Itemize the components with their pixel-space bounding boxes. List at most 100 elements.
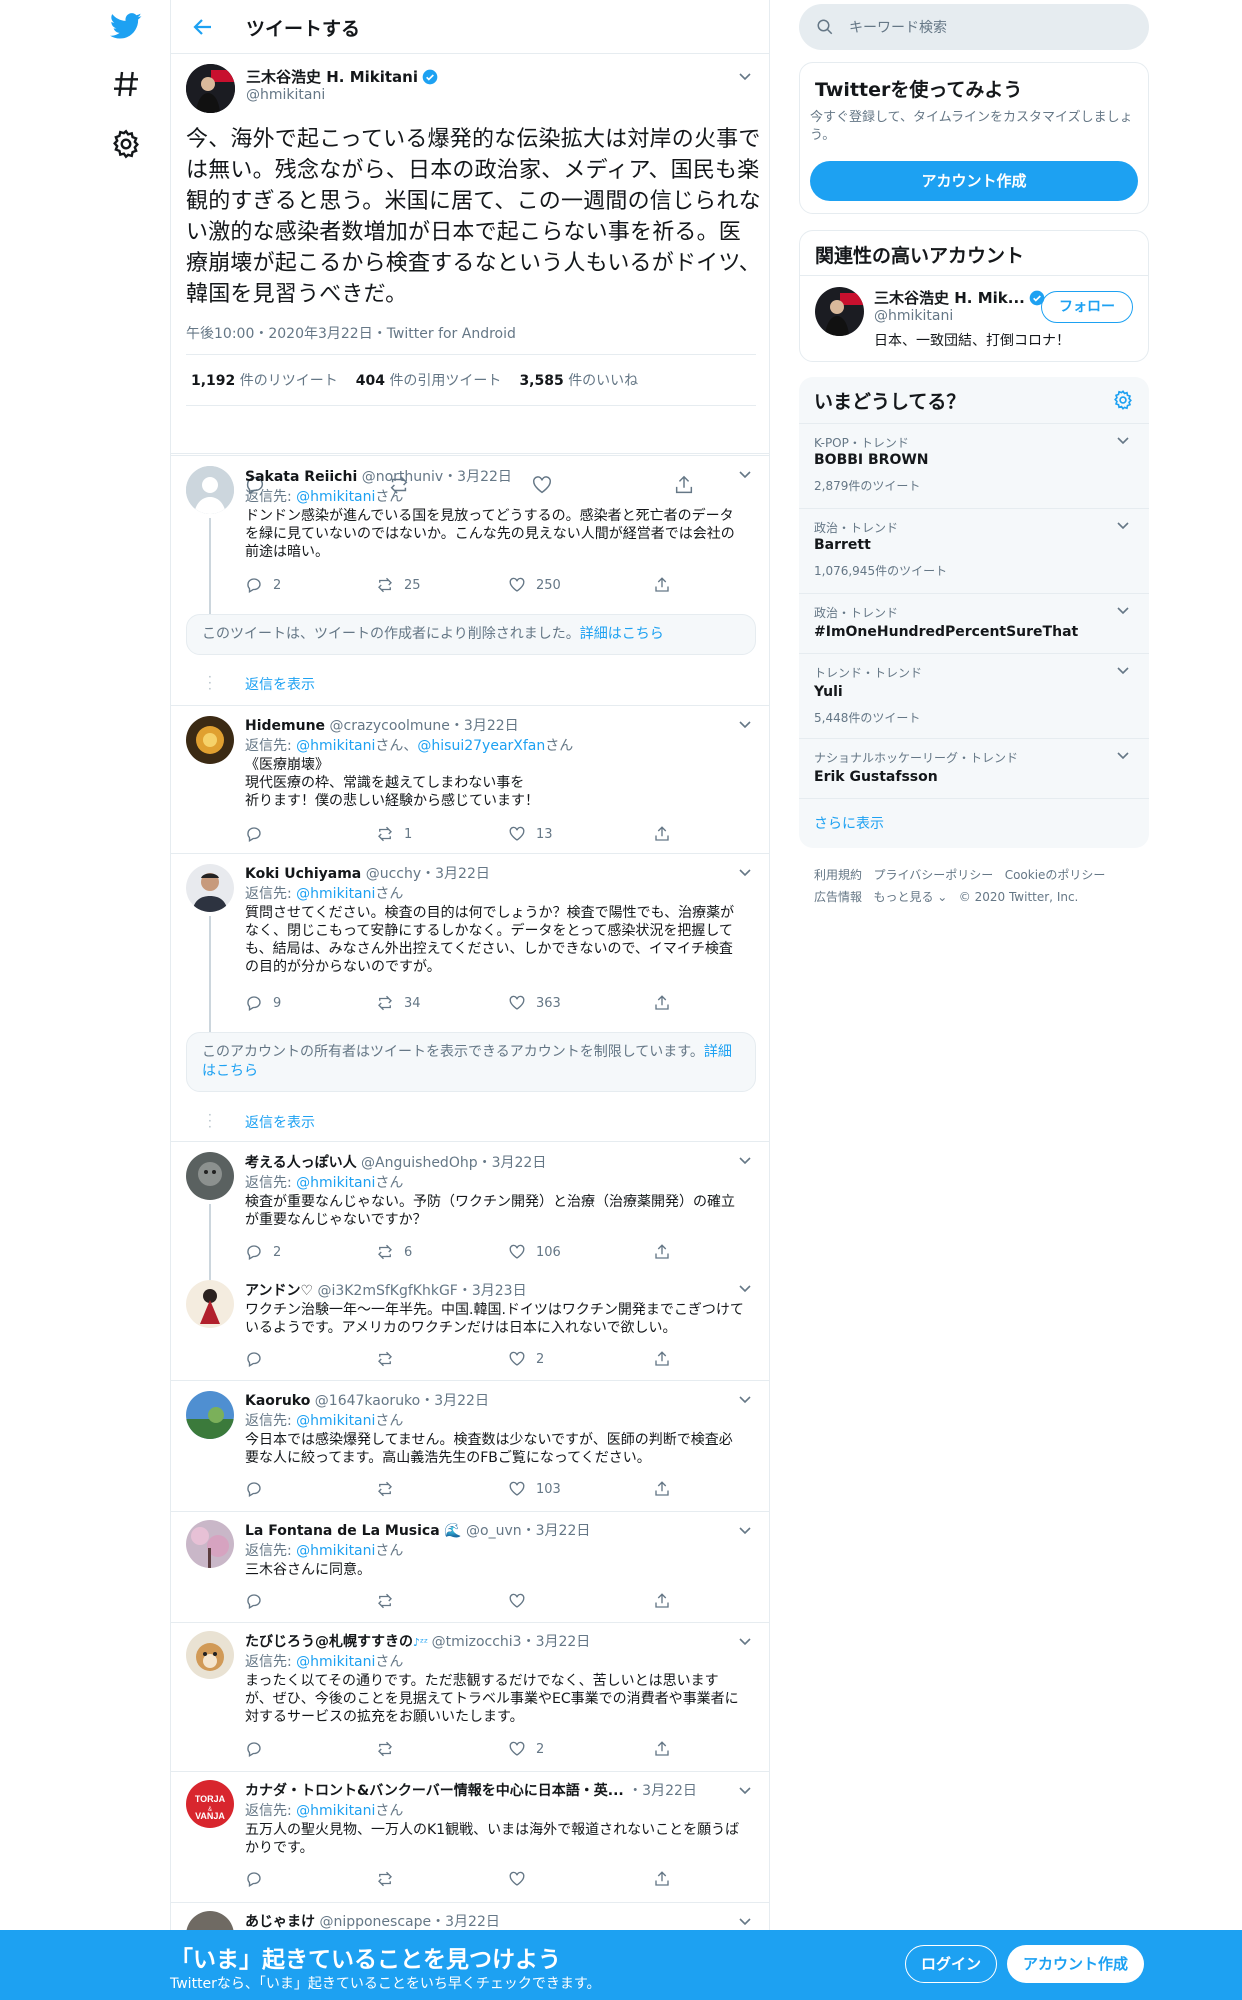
avatar[interactable] <box>186 64 235 113</box>
reply-header[interactable]: たびじろう@札幌すすきの♪ᶻᶻ @tmizocchi3・3月22日 <box>245 1631 590 1651</box>
avatar[interactable] <box>815 287 864 336</box>
chevron-down-icon[interactable] <box>738 1395 752 1405</box>
avatar[interactable]: TORJA & VANJA <box>186 1780 234 1828</box>
share-action[interactable] <box>653 576 671 594</box>
trend-item[interactable]: 政治・トレンド #ImOneHundredPercentSureThat <box>799 593 1149 653</box>
chevron-down-icon[interactable] <box>738 1637 752 1647</box>
like-action[interactable]: 103 <box>508 1480 561 1498</box>
like-action[interactable] <box>508 1870 526 1888</box>
chevron-down-icon[interactable] <box>1116 666 1130 676</box>
trend-item[interactable]: トレンド・トレンド Yuli 5,448件のツイート <box>799 653 1149 738</box>
avatar[interactable] <box>186 466 234 514</box>
share-action[interactable] <box>653 1243 671 1261</box>
retweet-action[interactable] <box>376 1740 394 1758</box>
chevron-down-icon[interactable] <box>1116 521 1130 531</box>
explore-hashtag-icon[interactable] <box>110 68 142 100</box>
avatar[interactable] <box>186 1152 234 1200</box>
quote-stat[interactable]: 404 件の引用ツイート <box>356 370 502 390</box>
retweet-action[interactable]: 25 <box>376 576 421 594</box>
like-stat[interactable]: 3,585 件のいいね <box>519 370 638 390</box>
reply-action[interactable] <box>245 1870 263 1888</box>
reply-header[interactable]: カナダ・トロント&バンクーバー情報を中心に日本語・英... ・3月22日 <box>245 1780 697 1800</box>
avatar[interactable] <box>186 1520 234 1568</box>
details-link[interactable]: 詳細はこちら <box>580 626 664 642</box>
like-action[interactable]: 106 <box>508 1243 561 1261</box>
chevron-down-icon[interactable] <box>738 1526 752 1536</box>
avatar[interactable] <box>186 716 234 764</box>
create-account-button[interactable]: アカウント作成 <box>810 161 1138 201</box>
twitter-logo-icon[interactable] <box>110 10 142 42</box>
like-action[interactable]: 2 <box>508 1740 544 1758</box>
like-action[interactable] <box>508 1592 526 1610</box>
chevron-down-icon[interactable] <box>738 72 752 82</box>
chevron-down-icon[interactable] <box>738 720 752 730</box>
chevron-down-icon[interactable] <box>1116 606 1130 616</box>
like-action[interactable]: 13 <box>508 825 553 843</box>
reply-action[interactable] <box>245 1740 263 1758</box>
avatar[interactable] <box>186 1280 234 1328</box>
footer-link[interactable]: もっと見る ⌄ <box>873 890 947 904</box>
retweet-action[interactable]: 1 <box>376 825 412 843</box>
like-action[interactable]: 363 <box>508 994 561 1012</box>
reply-action[interactable]: 2 <box>245 1243 281 1261</box>
share-action[interactable] <box>653 1350 671 1368</box>
trend-item[interactable]: K-POP・トレンド BOBBI BROWN 2,879件のツイート <box>799 423 1149 508</box>
footer-link[interactable]: Cookieのポリシー <box>1005 868 1106 882</box>
chevron-down-icon[interactable] <box>738 1284 752 1294</box>
reply-action[interactable] <box>245 1592 263 1610</box>
reply-header[interactable]: 考える人っぽい人 @AnguishedOhp・3月22日 <box>245 1152 546 1172</box>
reply-action[interactable] <box>245 825 273 843</box>
share-action[interactable] <box>653 1870 671 1888</box>
footer-link[interactable]: 利用規約 <box>814 868 862 882</box>
search-box[interactable]: キーワード検索 <box>799 4 1149 50</box>
reply-action[interactable]: 2 <box>245 576 281 594</box>
share-action[interactable] <box>653 825 671 843</box>
share-action[interactable] <box>653 1480 671 1498</box>
reply-header[interactable]: あじゃまけ @nipponescape・3月22日 <box>245 1911 500 1931</box>
footer-link[interactable]: プライバシーポリシー <box>873 868 993 882</box>
chevron-down-icon[interactable] <box>1116 751 1130 761</box>
reply-header[interactable]: アンドン♡ @i3K2mSfKgfKhkGF・3月23日 <box>245 1280 527 1300</box>
avatar[interactable] <box>186 1391 234 1439</box>
share-action[interactable] <box>653 994 671 1012</box>
chevron-down-icon[interactable] <box>738 470 752 480</box>
chevron-down-icon[interactable] <box>738 1156 752 1166</box>
login-button[interactable]: ログイン <box>905 1945 997 1983</box>
trend-item[interactable]: 政治・トレンド Barrett 1,076,945件のツイート <box>799 508 1149 593</box>
retweet-action[interactable] <box>376 1592 394 1610</box>
trend-item[interactable]: ナショナルホッケーリーグ・トレンド Erik Gustafsson <box>799 738 1149 798</box>
show-more-trends[interactable]: さらに表示 <box>799 798 1149 848</box>
trends-settings-gear-icon[interactable] <box>1112 389 1134 411</box>
signup-button[interactable]: アカウント作成 <box>1007 1945 1144 1983</box>
chevron-down-icon[interactable] <box>738 1917 752 1927</box>
author-handle[interactable]: @hmikitani <box>246 87 325 103</box>
reply-action[interactable]: 9 <box>245 994 281 1012</box>
retweet-action[interactable]: 6 <box>376 1243 412 1261</box>
retweet-action[interactable] <box>376 1350 394 1368</box>
retweet-stat[interactable]: 1,192 件のリツイート <box>191 370 338 390</box>
avatar[interactable] <box>186 864 234 912</box>
chevron-down-icon[interactable] <box>738 1786 752 1796</box>
search-input[interactable]: キーワード検索 <box>849 17 947 37</box>
share-action[interactable] <box>653 1740 671 1758</box>
reply-header[interactable]: La Fontana de La Musica 🌊 @o_uvn・3月22日 <box>245 1520 590 1540</box>
like-action[interactable]: 250 <box>508 576 561 594</box>
reply-header[interactable]: Koki Uchiyama @ucchy・3月22日 <box>245 863 490 883</box>
reply-header[interactable]: Kaoruko @1647kaoruko・3月22日 <box>245 1390 489 1410</box>
reply-header[interactable]: Sakata Reiichi @northuniv・3月22日 <box>245 466 512 486</box>
chevron-down-icon[interactable] <box>1116 436 1130 446</box>
like-action[interactable]: 2 <box>508 1350 544 1368</box>
footer-link[interactable]: 広告情報 <box>814 890 862 904</box>
retweet-action[interactable]: 34 <box>376 994 421 1012</box>
share-action[interactable] <box>653 1592 671 1610</box>
follow-button[interactable]: フォロー <box>1041 291 1133 323</box>
reply-action[interactable] <box>245 1350 263 1368</box>
settings-gear-icon[interactable] <box>110 128 142 160</box>
chevron-down-icon[interactable] <box>738 868 752 878</box>
related-handle[interactable]: @hmikitani <box>874 308 953 324</box>
avatar[interactable] <box>186 1631 234 1679</box>
reply-action[interactable] <box>245 1480 263 1498</box>
show-replies-link[interactable]: 返信を表示 <box>245 674 315 694</box>
show-replies-link[interactable]: 返信を表示 <box>245 1112 315 1132</box>
related-name[interactable]: 三木谷浩史 H. Mik... <box>874 287 1045 308</box>
